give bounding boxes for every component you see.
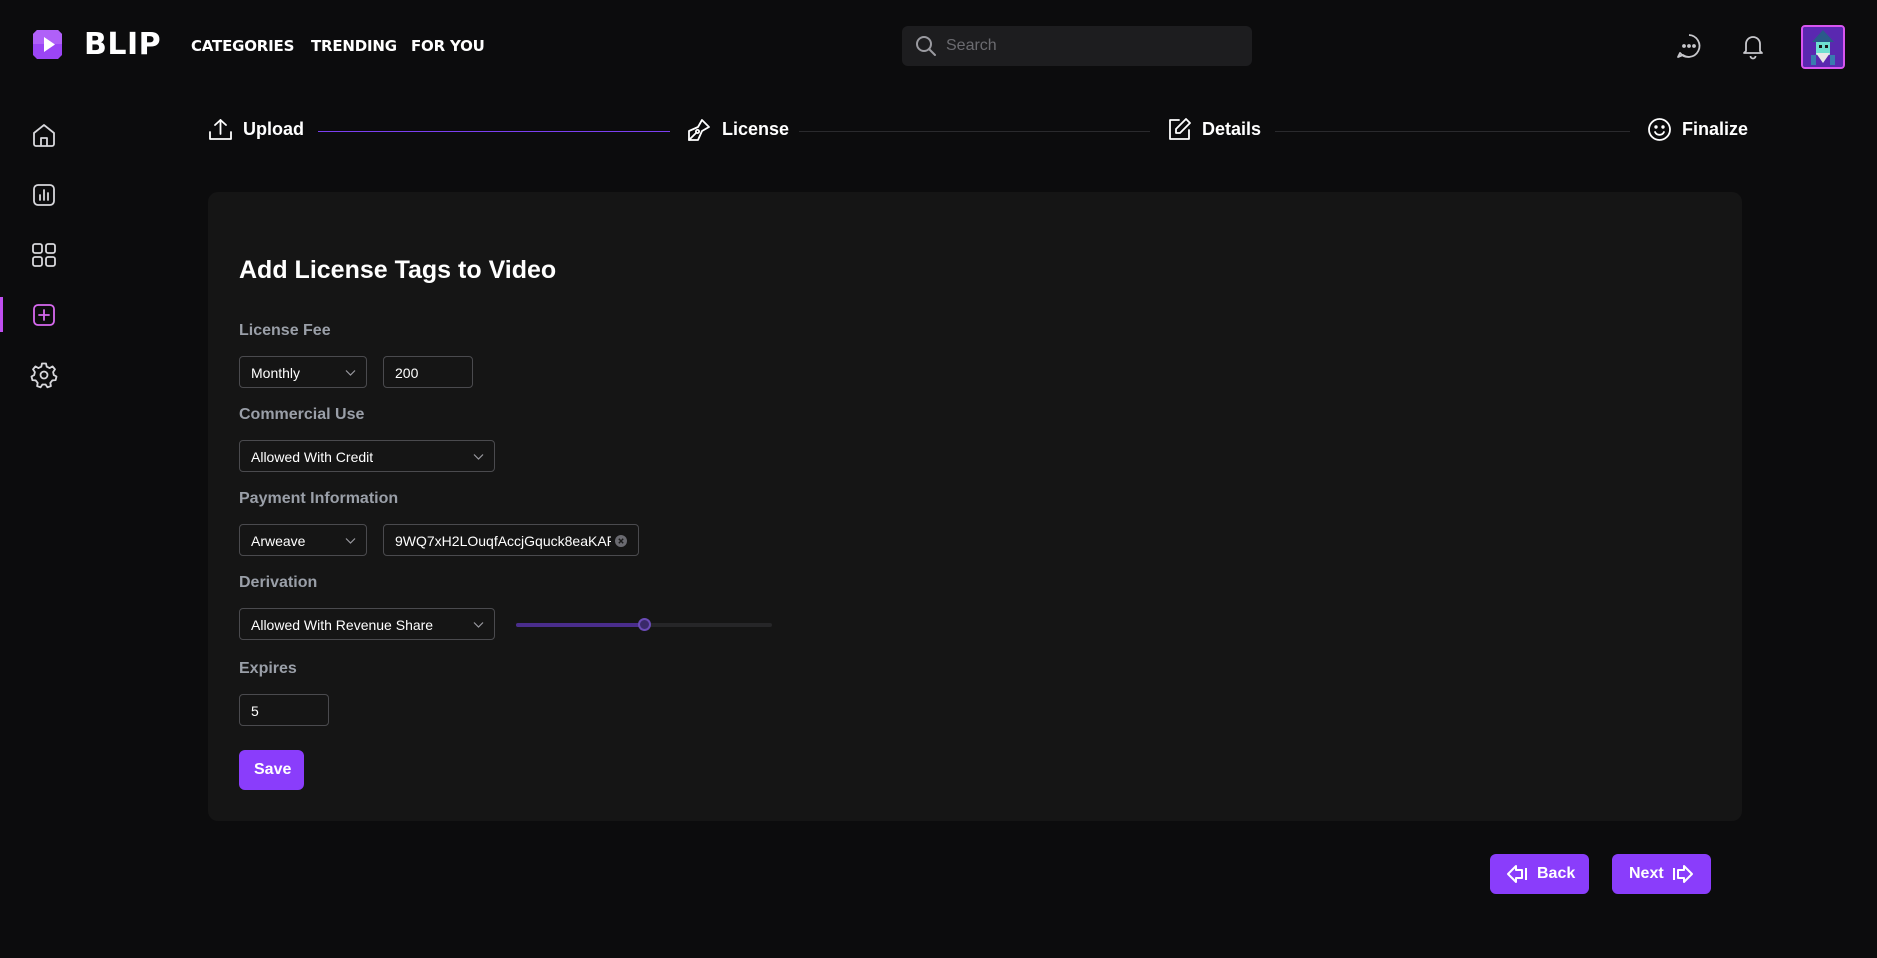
chevron-down-icon (345, 538, 356, 544)
logo-icon[interactable] (31, 28, 64, 61)
select-value: Allowed With Revenue Share (251, 617, 434, 633)
save-button[interactable]: Save (239, 750, 304, 790)
step-connector (799, 131, 1150, 132)
step-label: License (722, 119, 790, 139)
button-label: Next (1629, 865, 1664, 882)
search-icon (916, 36, 936, 56)
button-label: Back (1537, 865, 1576, 882)
derivation-label: Derivation (239, 574, 318, 591)
settings-icon[interactable] (30, 361, 58, 389)
nav-for-you[interactable]: FOR YOU (411, 36, 485, 56)
derivation-select[interactable]: Allowed With Revenue Share (239, 608, 495, 640)
slider-thumb[interactable] (638, 618, 651, 631)
brand-name[interactable]: BLIP (84, 28, 161, 62)
step-label: Upload (243, 119, 304, 139)
form-title: Add License Tags to Video (239, 256, 557, 284)
license-fee-input[interactable]: 200 (383, 356, 473, 388)
step-connector (1275, 131, 1630, 132)
chat-icon[interactable] (1675, 32, 1703, 60)
chevron-down-icon (473, 622, 484, 628)
step-connector (318, 131, 670, 132)
add-icon[interactable] (30, 301, 58, 329)
next-button[interactable]: Next (1612, 854, 1711, 894)
chevron-down-icon (473, 454, 484, 460)
arrow-left-icon (1507, 865, 1527, 883)
back-button[interactable]: Back (1490, 854, 1589, 894)
analytics-icon[interactable] (30, 181, 58, 209)
button-label: Save (254, 761, 292, 778)
payment-info-label: Payment Information (239, 490, 399, 507)
nav-categories[interactable]: CATEGORIES (191, 36, 294, 56)
step-label: Finalize (1682, 119, 1749, 139)
select-value: Allowed With Credit (251, 449, 374, 465)
select-value: Arweave (251, 533, 306, 549)
license-fee-label: License Fee (239, 322, 331, 339)
expires-input[interactable]: 5 (239, 694, 329, 726)
select-value: Monthly (251, 365, 301, 381)
search-bar (902, 26, 1252, 66)
avatar[interactable] (1801, 25, 1845, 69)
smile-icon (1648, 118, 1671, 141)
input-value: 9WQ7xH2LOuqfAccjGquck8eaKARq (395, 533, 611, 549)
chevron-down-icon (345, 370, 356, 376)
input-value: 5 (251, 703, 259, 719)
home-icon[interactable] (30, 121, 58, 149)
grid-icon[interactable] (30, 241, 58, 269)
bell-icon[interactable] (1739, 32, 1767, 60)
expires-label: Expires (239, 660, 297, 677)
sidebar-active-indicator (0, 297, 3, 332)
search-input[interactable] (946, 26, 1241, 66)
clear-icon[interactable] (615, 535, 627, 547)
arrow-right-icon (1673, 865, 1693, 883)
license-period-select[interactable]: Monthly (239, 356, 367, 388)
revenue-share-slider[interactable] (516, 618, 772, 631)
step-label: Details (1202, 119, 1262, 139)
license-form-card (208, 192, 1742, 821)
payment-currency-select[interactable]: Arweave (239, 524, 367, 556)
edit-icon (1169, 118, 1191, 140)
pen-icon (688, 119, 710, 141)
commercial-use-select[interactable]: Allowed With Credit (239, 440, 495, 472)
input-value: 200 (395, 365, 419, 381)
slider-fill (516, 623, 644, 627)
commercial-use-label: Commercial Use (239, 406, 365, 423)
upload-icon (209, 119, 232, 140)
nav-trending[interactable]: TRENDING (311, 36, 397, 56)
top-header: BLIP CATEGORIES TRENDING FOR YOU (0, 0, 1877, 92)
wallet-address-input[interactable]: 9WQ7xH2LOuqfAccjGquck8eaKARq (383, 524, 639, 556)
